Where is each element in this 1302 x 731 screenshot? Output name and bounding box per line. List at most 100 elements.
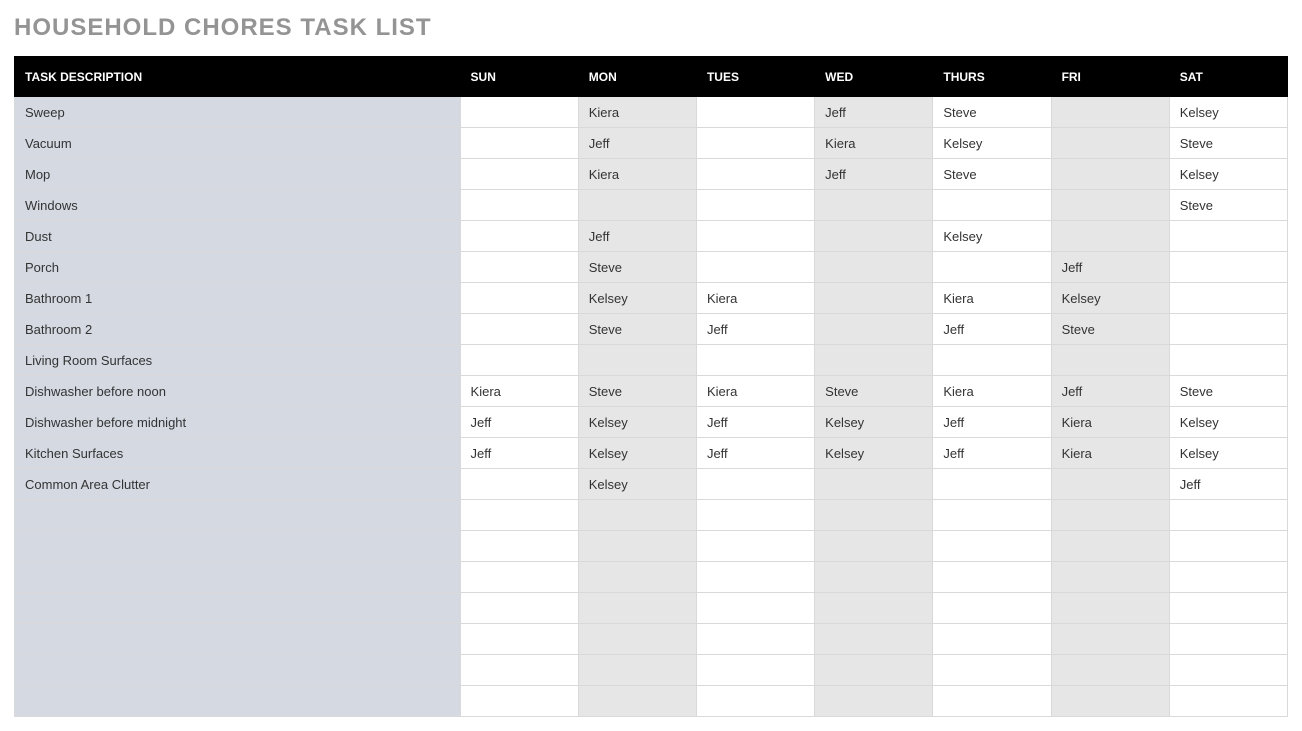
cell-tues[interactable]: Jeff (696, 407, 814, 438)
task-description-cell[interactable] (15, 593, 461, 624)
cell-sat[interactable] (1169, 531, 1287, 562)
cell-thurs[interactable] (933, 531, 1051, 562)
cell-thurs[interactable] (933, 252, 1051, 283)
task-description-cell[interactable] (15, 655, 461, 686)
cell-mon[interactable]: Kelsey (578, 438, 696, 469)
cell-fri[interactable]: Steve (1051, 314, 1169, 345)
cell-sun[interactable] (460, 345, 578, 376)
cell-thurs[interactable]: Steve (933, 159, 1051, 190)
cell-fri[interactable] (1051, 593, 1169, 624)
cell-tues[interactable] (696, 221, 814, 252)
cell-tues[interactable]: Jeff (696, 314, 814, 345)
task-description-cell[interactable]: Living Room Surfaces (15, 345, 461, 376)
cell-wed[interactable] (815, 221, 933, 252)
cell-fri[interactable] (1051, 97, 1169, 128)
cell-wed[interactable] (815, 562, 933, 593)
cell-fri[interactable] (1051, 128, 1169, 159)
cell-sat[interactable]: Kelsey (1169, 407, 1287, 438)
cell-tues[interactable] (696, 686, 814, 717)
cell-thurs[interactable]: Kiera (933, 376, 1051, 407)
task-description-cell[interactable]: Windows (15, 190, 461, 221)
cell-sat[interactable] (1169, 345, 1287, 376)
cell-fri[interactable] (1051, 221, 1169, 252)
cell-fri[interactable] (1051, 562, 1169, 593)
cell-sat[interactable]: Steve (1169, 128, 1287, 159)
cell-fri[interactable]: Jeff (1051, 376, 1169, 407)
cell-fri[interactable] (1051, 190, 1169, 221)
cell-mon[interactable]: Steve (578, 252, 696, 283)
cell-mon[interactable]: Kelsey (578, 469, 696, 500)
cell-sat[interactable]: Kelsey (1169, 159, 1287, 190)
cell-sat[interactable] (1169, 686, 1287, 717)
cell-fri[interactable] (1051, 686, 1169, 717)
cell-fri[interactable] (1051, 531, 1169, 562)
cell-tues[interactable] (696, 345, 814, 376)
cell-tues[interactable] (696, 531, 814, 562)
cell-fri[interactable] (1051, 345, 1169, 376)
task-description-cell[interactable] (15, 624, 461, 655)
cell-sun[interactable]: Jeff (460, 407, 578, 438)
cell-thurs[interactable] (933, 190, 1051, 221)
cell-mon[interactable]: Jeff (578, 128, 696, 159)
cell-tues[interactable] (696, 97, 814, 128)
cell-fri[interactable] (1051, 159, 1169, 190)
cell-sat[interactable] (1169, 314, 1287, 345)
cell-wed[interactable]: Kiera (815, 128, 933, 159)
cell-thurs[interactable]: Kiera (933, 283, 1051, 314)
cell-thurs[interactable] (933, 345, 1051, 376)
cell-mon[interactable] (578, 624, 696, 655)
cell-sun[interactable] (460, 128, 578, 159)
task-description-cell[interactable]: Vacuum (15, 128, 461, 159)
cell-sun[interactable] (460, 221, 578, 252)
cell-sat[interactable] (1169, 593, 1287, 624)
cell-wed[interactable] (815, 624, 933, 655)
cell-sat[interactable]: Kelsey (1169, 438, 1287, 469)
cell-fri[interactable]: Jeff (1051, 252, 1169, 283)
cell-wed[interactable] (815, 283, 933, 314)
cell-sun[interactable] (460, 624, 578, 655)
cell-sun[interactable] (460, 159, 578, 190)
cell-tues[interactable]: Jeff (696, 438, 814, 469)
cell-tues[interactable] (696, 159, 814, 190)
cell-sun[interactable] (460, 190, 578, 221)
cell-mon[interactable] (578, 190, 696, 221)
cell-sun[interactable] (460, 686, 578, 717)
cell-mon[interactable]: Steve (578, 376, 696, 407)
cell-mon[interactable] (578, 345, 696, 376)
task-description-cell[interactable]: Common Area Clutter (15, 469, 461, 500)
cell-sun[interactable] (460, 655, 578, 686)
cell-thurs[interactable] (933, 469, 1051, 500)
cell-mon[interactable]: Jeff (578, 221, 696, 252)
task-description-cell[interactable]: Kitchen Surfaces (15, 438, 461, 469)
cell-mon[interactable]: Kelsey (578, 283, 696, 314)
task-description-cell[interactable]: Mop (15, 159, 461, 190)
cell-tues[interactable] (696, 562, 814, 593)
cell-mon[interactable]: Kelsey (578, 407, 696, 438)
cell-mon[interactable]: Kiera (578, 97, 696, 128)
cell-wed[interactable]: Jeff (815, 97, 933, 128)
cell-tues[interactable]: Kiera (696, 376, 814, 407)
cell-thurs[interactable]: Jeff (933, 314, 1051, 345)
task-description-cell[interactable] (15, 531, 461, 562)
cell-fri[interactable] (1051, 469, 1169, 500)
cell-sun[interactable]: Jeff (460, 438, 578, 469)
cell-sat[interactable] (1169, 252, 1287, 283)
cell-fri[interactable] (1051, 655, 1169, 686)
cell-mon[interactable] (578, 655, 696, 686)
cell-sun[interactable] (460, 252, 578, 283)
cell-wed[interactable]: Steve (815, 376, 933, 407)
cell-thurs[interactable] (933, 686, 1051, 717)
cell-fri[interactable] (1051, 624, 1169, 655)
cell-sun[interactable] (460, 593, 578, 624)
cell-tues[interactable] (696, 624, 814, 655)
task-description-cell[interactable] (15, 562, 461, 593)
cell-thurs[interactable] (933, 593, 1051, 624)
task-description-cell[interactable]: Porch (15, 252, 461, 283)
cell-thurs[interactable] (933, 624, 1051, 655)
cell-thurs[interactable] (933, 655, 1051, 686)
cell-wed[interactable] (815, 314, 933, 345)
cell-fri[interactable] (1051, 500, 1169, 531)
cell-wed[interactable] (815, 190, 933, 221)
cell-wed[interactable]: Kelsey (815, 438, 933, 469)
cell-sat[interactable] (1169, 624, 1287, 655)
